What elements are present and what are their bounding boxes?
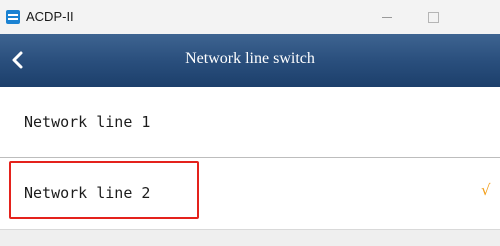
close-button[interactable] — [456, 0, 500, 34]
network-line-list: Network line 1 Network line 2 √ — [0, 87, 500, 246]
minimize-button[interactable] — [364, 0, 410, 34]
navigation-bar: Network line switch — [0, 34, 500, 87]
page-title: Network line switch — [185, 50, 315, 67]
selection-highlight-box — [9, 161, 199, 219]
list-item-label: Network line 1 — [24, 113, 151, 131]
window-titlebar: ACDP-II — [0, 0, 500, 34]
list-item-network-line-1[interactable]: Network line 1 — [0, 87, 500, 157]
bottom-divider — [0, 229, 500, 246]
app-logo-icon — [6, 10, 20, 24]
maximize-button[interactable] — [410, 0, 456, 34]
window-title: ACDP-II — [26, 9, 74, 24]
checkmark-icon: √ — [481, 181, 491, 199]
